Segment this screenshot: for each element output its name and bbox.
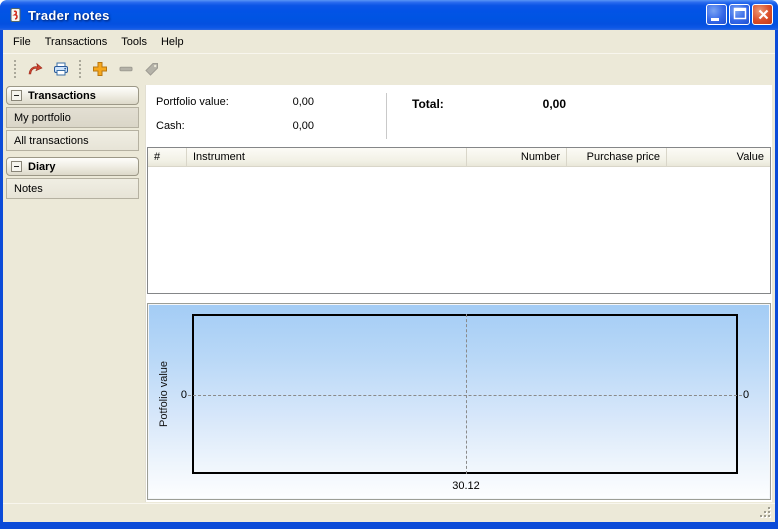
sidebar-item-label: All transactions bbox=[14, 135, 89, 147]
column-header-index[interactable]: # bbox=[148, 148, 187, 166]
chart-zero-gridline bbox=[188, 395, 742, 396]
toolbar bbox=[3, 53, 775, 84]
application-window: Trader notes File Transactions bbox=[0, 0, 778, 529]
menu-help[interactable]: Help bbox=[154, 30, 191, 53]
sidebar-group-label: Diary bbox=[28, 161, 56, 173]
remove-transaction-button[interactable] bbox=[113, 56, 139, 82]
column-header-purchase-price[interactable]: Purchase price bbox=[567, 148, 667, 166]
client-area: File Transactions Tools Help bbox=[3, 30, 775, 522]
chart-x-tick: 30.12 bbox=[436, 480, 496, 492]
chart-y-axis-label: Potfolio value bbox=[156, 314, 172, 474]
sidebar-item-all-transactions[interactable]: All transactions bbox=[6, 130, 139, 151]
maximize-button[interactable] bbox=[729, 4, 750, 25]
cash-value: 0,00 bbox=[246, 120, 314, 132]
minimize-button[interactable] bbox=[706, 4, 727, 25]
sidebar-item-label: Notes bbox=[14, 183, 43, 195]
menu-transactions[interactable]: Transactions bbox=[38, 30, 115, 53]
sidebar-item-my-portfolio[interactable]: My portfolio bbox=[6, 107, 139, 128]
print-button[interactable] bbox=[48, 56, 74, 82]
resize-grip[interactable] bbox=[760, 507, 772, 519]
sidebar-group-diary[interactable]: Diary bbox=[6, 157, 139, 176]
menu-file[interactable]: File bbox=[6, 30, 38, 53]
close-icon bbox=[753, 4, 772, 25]
sidebar-item-label: My portfolio bbox=[14, 112, 71, 124]
main-panel: Portfolio value: 0,00 Cash: 0,00 Total: … bbox=[145, 85, 772, 502]
table-header-row: # Instrument Number Purchase price Value bbox=[148, 148, 770, 167]
cash-label: Cash: bbox=[156, 120, 185, 132]
chart-y-tick-left: 0 bbox=[172, 389, 187, 401]
sidebar-item-notes[interactable]: Notes bbox=[6, 178, 139, 199]
notebook-icon bbox=[7, 7, 23, 23]
statusbar bbox=[3, 503, 775, 522]
add-transaction-button[interactable] bbox=[87, 56, 113, 82]
collapse-minus-icon[interactable] bbox=[11, 90, 22, 101]
edit-transaction-button[interactable] bbox=[139, 56, 165, 82]
close-button[interactable] bbox=[752, 4, 773, 25]
redo-arrow-icon bbox=[26, 60, 44, 78]
portfolio-value: 0,00 bbox=[246, 96, 314, 108]
print-icon bbox=[52, 60, 70, 78]
total-value: 0,00 bbox=[476, 97, 566, 111]
collapse-minus-icon[interactable] bbox=[11, 161, 22, 172]
chart-date-gridline bbox=[466, 314, 467, 474]
sidebar: Transactions My portfolio All transactio… bbox=[6, 86, 139, 201]
toolbar-gripper[interactable] bbox=[14, 60, 17, 78]
sidebar-group-transactions[interactable]: Transactions bbox=[6, 86, 139, 105]
menubar: File Transactions Tools Help bbox=[3, 30, 775, 53]
edit-tag-icon bbox=[143, 60, 161, 78]
portfolio-summary: Portfolio value: 0,00 Cash: 0,00 Total: … bbox=[146, 85, 772, 147]
column-header-value[interactable]: Value bbox=[667, 148, 770, 166]
toolbar-gripper[interactable] bbox=[79, 60, 82, 78]
portfolio-value-label: Portfolio value: bbox=[156, 96, 229, 108]
minimize-icon bbox=[707, 4, 726, 25]
titlebar[interactable]: Trader notes bbox=[0, 0, 778, 30]
chart-y-tick-right: 0 bbox=[743, 389, 758, 401]
column-header-instrument[interactable]: Instrument bbox=[187, 148, 467, 166]
add-icon bbox=[91, 60, 109, 78]
table-body bbox=[148, 167, 770, 293]
positions-table: # Instrument Number Purchase price Value bbox=[147, 147, 771, 294]
window-title: Trader notes bbox=[28, 8, 110, 23]
summary-divider bbox=[386, 93, 387, 139]
column-header-number[interactable]: Number bbox=[467, 148, 567, 166]
export-button[interactable] bbox=[22, 56, 48, 82]
maximize-icon bbox=[730, 4, 749, 25]
remove-icon bbox=[117, 60, 135, 78]
chart-plot-area bbox=[192, 314, 738, 474]
total-label: Total: bbox=[412, 97, 444, 111]
menu-tools[interactable]: Tools bbox=[114, 30, 154, 53]
sidebar-group-label: Transactions bbox=[28, 90, 96, 102]
portfolio-chart: Potfolio value 0 0 30.12 bbox=[147, 303, 771, 500]
